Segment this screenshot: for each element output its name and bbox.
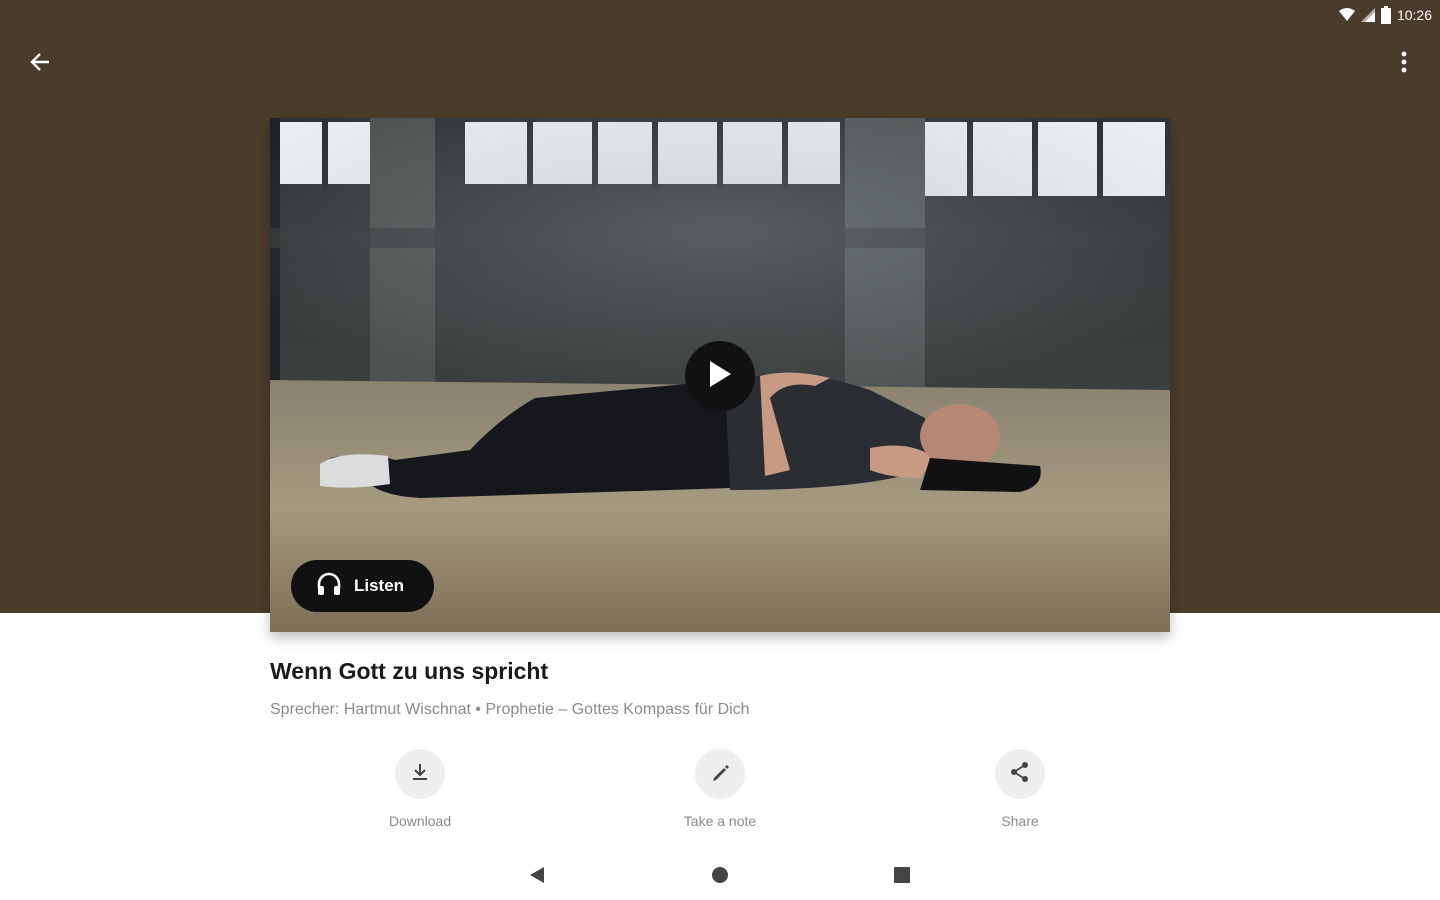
pencil-icon: [710, 762, 730, 787]
download-circle: [395, 749, 445, 799]
download-button[interactable]: Download: [340, 749, 500, 829]
nav-home-icon: [711, 866, 729, 889]
sermon-detail-screen: 10:26 Listen Wenn Gott zu uns spricht Sp…: [0, 0, 1440, 900]
play-icon: [707, 359, 733, 394]
listen-label: Listen: [354, 576, 405, 595]
overflow-menu-button[interactable]: [1384, 44, 1424, 84]
nav-back-icon: [528, 865, 546, 890]
arrow-back-icon: [29, 51, 51, 78]
share-circle: [995, 749, 1045, 799]
take-note-button[interactable]: Take a note: [640, 749, 800, 829]
nav-home-button[interactable]: [705, 862, 735, 892]
status-time: 10:26: [1396, 7, 1432, 23]
download-label: Download: [388, 813, 452, 829]
wifi-icon: [1338, 8, 1355, 22]
listen-button[interactable]: Listen: [291, 560, 434, 612]
nav-recents-icon: [893, 866, 911, 889]
status-bar: 10:26: [1338, 4, 1432, 26]
back-button[interactable]: [20, 44, 60, 84]
battery-icon: [1380, 6, 1391, 24]
more-vert-icon: [1401, 51, 1407, 78]
nav-back-button[interactable]: [522, 862, 552, 892]
take-note-circle: [695, 749, 745, 799]
download-icon: [410, 762, 430, 787]
share-icon: [1009, 761, 1031, 788]
signal-icon: [1360, 8, 1375, 22]
headphones-icon: [316, 571, 342, 602]
system-navigation-bar: [0, 850, 1440, 900]
sermon-subtitle: Sprecher: Hartmut Wischnat • Prophetie –…: [270, 701, 750, 718]
play-button[interactable]: [685, 341, 755, 411]
nav-recents-button[interactable]: [887, 862, 917, 892]
share-label: Share: [1001, 813, 1039, 829]
take-note-label: Take a note: [683, 813, 757, 829]
sermon-title: Wenn Gott zu uns spricht: [270, 658, 549, 684]
video-player[interactable]: Listen: [270, 118, 1170, 632]
share-button[interactable]: Share: [940, 749, 1100, 829]
